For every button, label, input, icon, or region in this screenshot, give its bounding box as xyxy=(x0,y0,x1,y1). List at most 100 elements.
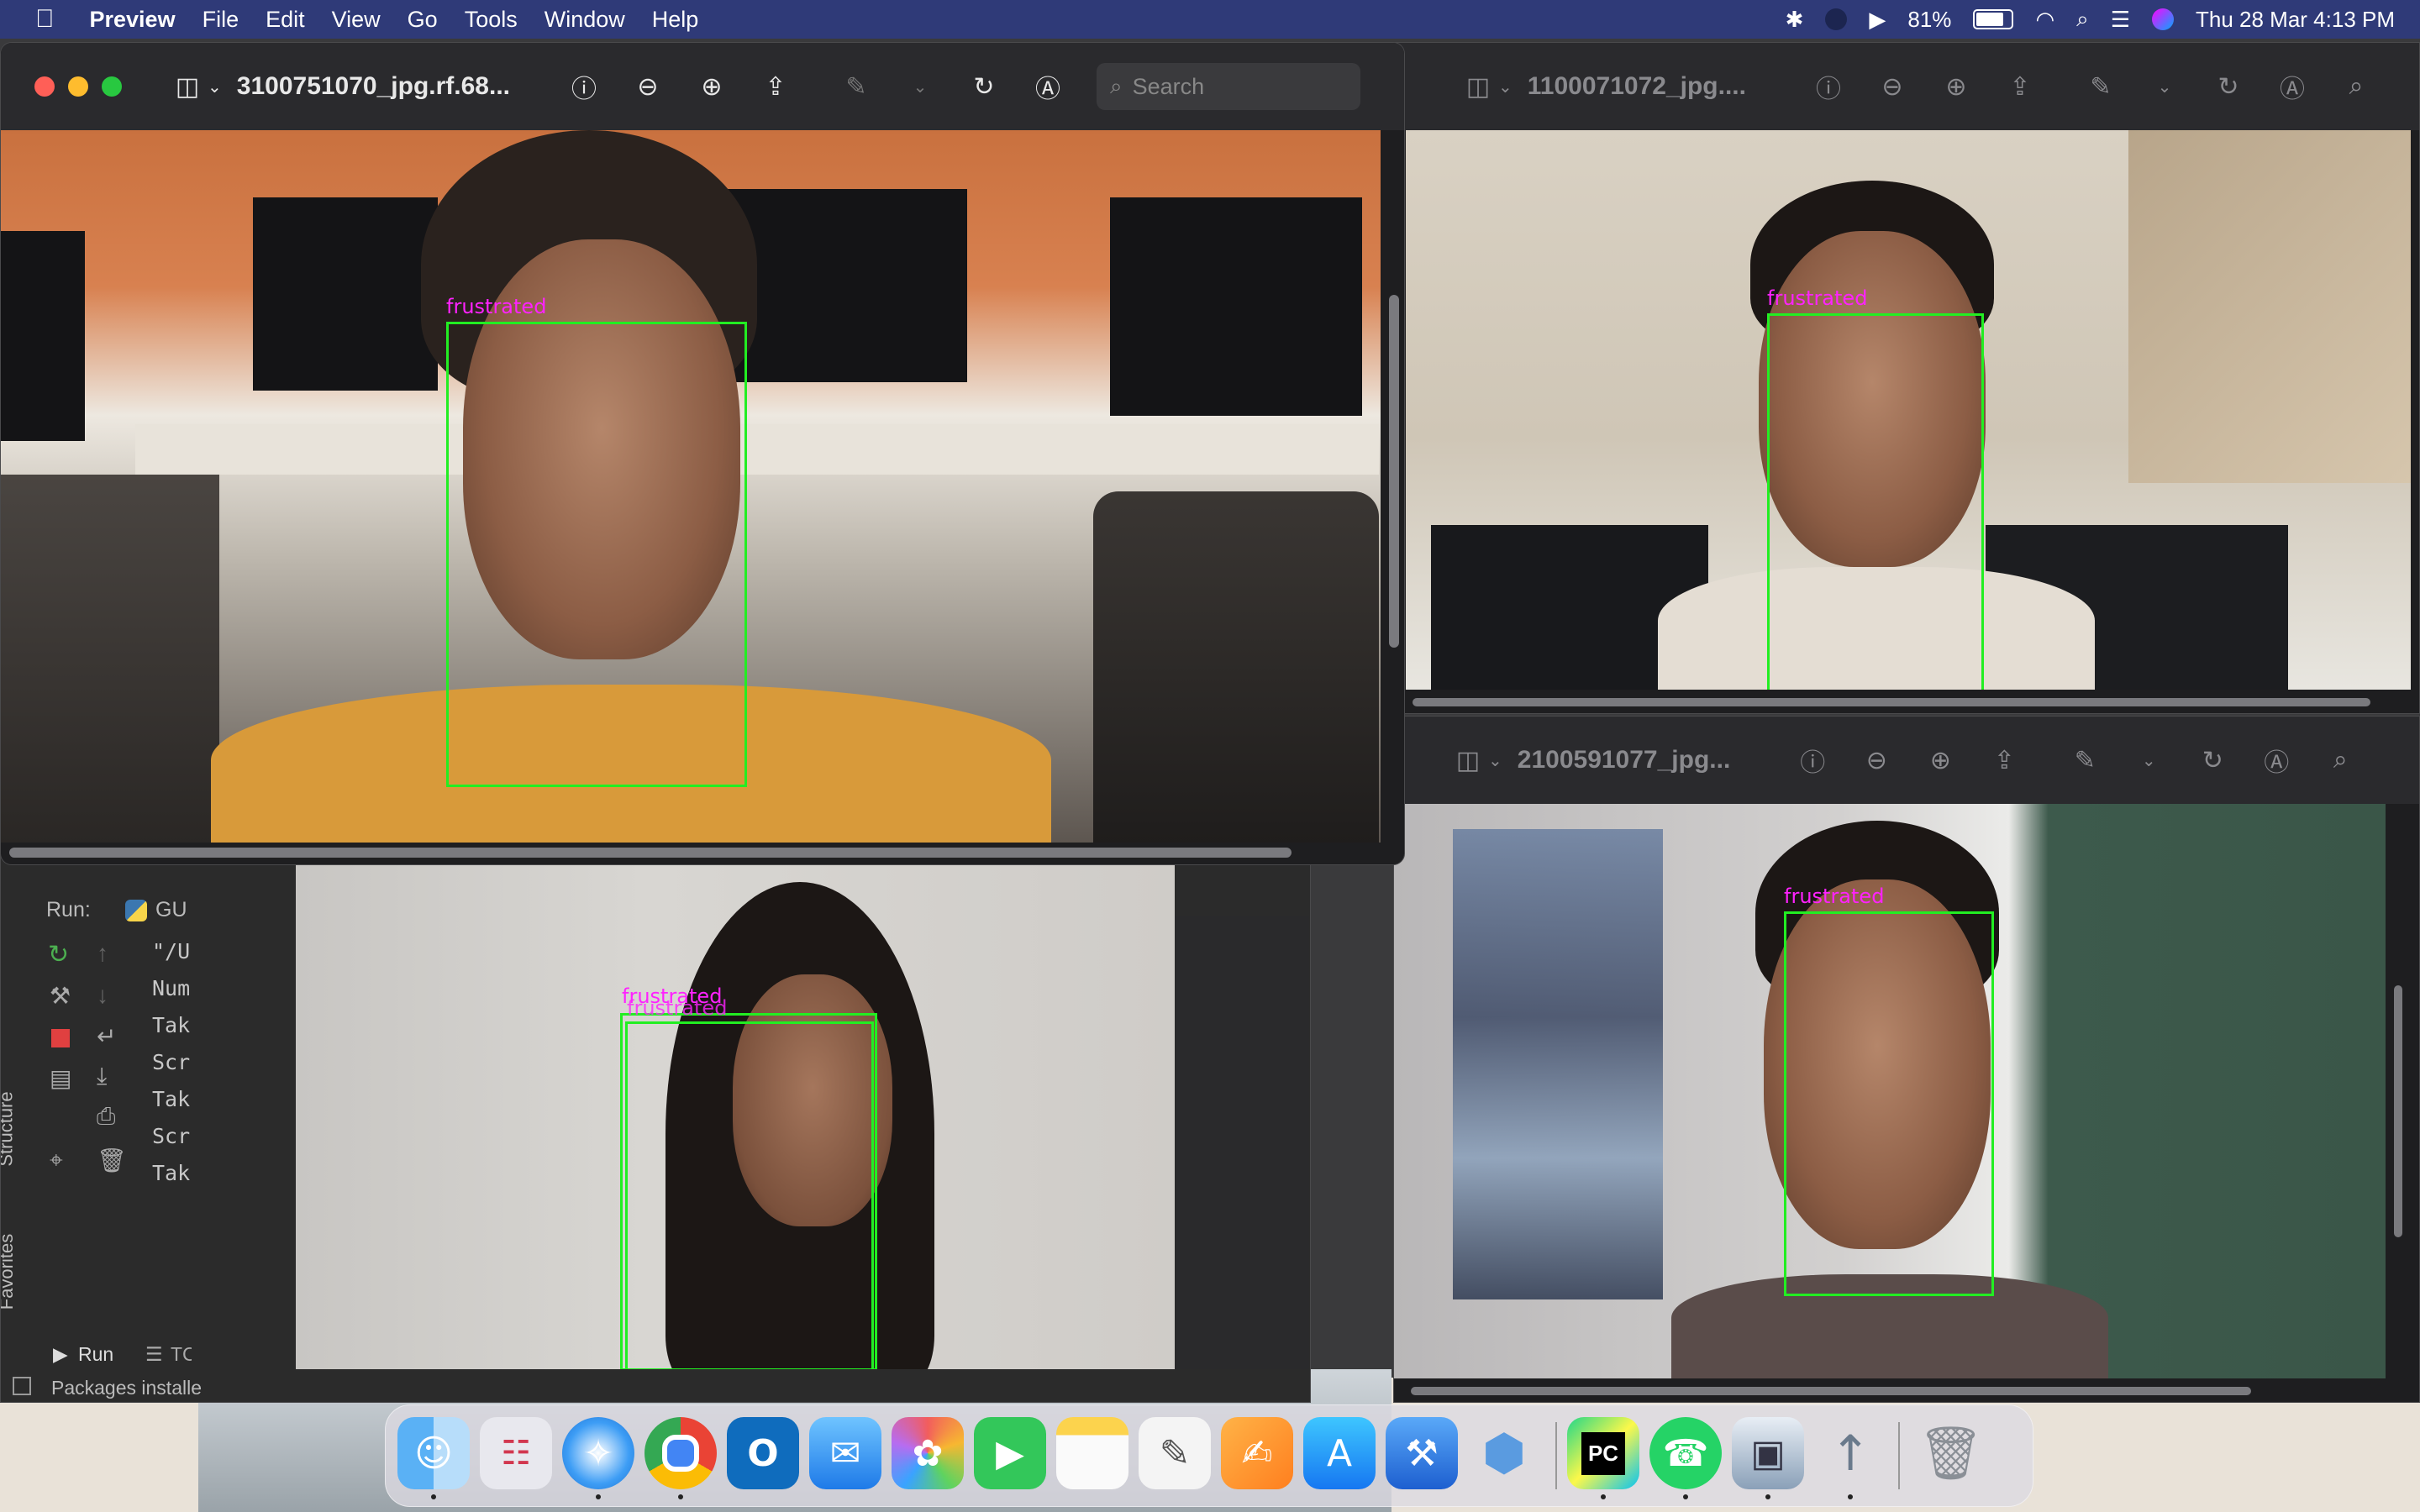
annotate-icon[interactable]: Ⓐ xyxy=(2277,68,2307,105)
markup-icon[interactable]: ✎ xyxy=(2070,746,2100,775)
chevron-down-icon[interactable]: ⌄ xyxy=(905,76,935,97)
menu-file[interactable]: File xyxy=(189,7,253,33)
markup-icon[interactable]: ✎ xyxy=(2086,72,2116,102)
spotlight-icon[interactable]: ⌕ xyxy=(2076,6,2089,33)
sidebar-icon[interactable]: ◫ xyxy=(1453,746,1483,775)
pycharm-icon[interactable]: PC xyxy=(1567,1417,1639,1489)
share-icon[interactable]: ⇪ xyxy=(1989,746,2019,775)
sidebar-icon[interactable]: ◫ xyxy=(172,72,203,102)
pin-icon[interactable]: ⌖ xyxy=(50,1147,63,1174)
share-icon[interactable]: ⇪ xyxy=(760,72,791,102)
rerun-icon[interactable]: ↻ xyxy=(48,940,69,969)
close-button[interactable] xyxy=(34,76,55,97)
vpn-icon[interactable] xyxy=(1825,8,1848,30)
rotate-icon[interactable]: ↻ xyxy=(969,72,999,102)
appstore-icon[interactable]: A xyxy=(1303,1417,1376,1489)
horizontal-scrollbar[interactable] xyxy=(1411,1387,2251,1395)
control-center-icon[interactable]: ☰ xyxy=(2111,7,2130,33)
structure-tab[interactable]: Structure xyxy=(1,1091,18,1166)
zoom-out-icon[interactable]: ⊖ xyxy=(633,72,663,102)
search-icon[interactable]: ⌕ xyxy=(2325,746,2355,774)
menu-go[interactable]: Go xyxy=(394,7,451,33)
menu-edit[interactable]: Edit xyxy=(252,7,318,33)
horizontal-scrollbar[interactable] xyxy=(1413,698,2370,706)
chevron-down-icon[interactable]: ⌄ xyxy=(1498,76,1512,97)
layout-icon[interactable]: ▤ xyxy=(50,1064,71,1092)
zoom-in-icon[interactable]: ⊕ xyxy=(697,72,727,102)
wifi-icon[interactable]: ◠ xyxy=(2035,7,2054,33)
python-icon xyxy=(125,900,147,921)
vertical-scrollbar[interactable] xyxy=(1389,295,1399,648)
menu-help[interactable]: Help xyxy=(639,7,713,33)
chevron-down-icon[interactable]: ⌄ xyxy=(2149,76,2180,97)
pycharm-text: PC xyxy=(1581,1431,1626,1475)
textedit-icon[interactable]: ✎ xyxy=(1139,1417,1211,1489)
safari-icon[interactable]: ✧ xyxy=(562,1417,634,1489)
info-icon[interactable]: ⓘ xyxy=(1797,742,1828,779)
chrome-icon[interactable] xyxy=(644,1417,717,1489)
photos-icon[interactable]: ✿ xyxy=(892,1417,964,1489)
launchpad-icon[interactable]: ☷ xyxy=(480,1417,552,1489)
run-config-name[interactable]: GU xyxy=(155,898,187,922)
wrench-icon[interactable]: ⚒ xyxy=(50,982,71,1010)
sidebar-icon[interactable]: ◫ xyxy=(1463,72,1493,102)
info-icon[interactable]: ⓘ xyxy=(569,68,599,105)
sketchup-icon[interactable]: ⬢ xyxy=(1468,1417,1540,1489)
run-label: Run: xyxy=(46,898,91,921)
share-icon[interactable]: ⇪ xyxy=(2005,72,2035,102)
search-icon[interactable]: ⌕ xyxy=(2341,72,2371,101)
chevron-down-icon[interactable]: ⌄ xyxy=(1488,750,1502,771)
soft-wrap-icon[interactable]: ↵ xyxy=(97,1022,116,1050)
chevron-down-icon[interactable]: ⌄ xyxy=(2133,750,2164,771)
search-field[interactable]: ⌕ Search xyxy=(1097,63,1360,110)
preview-icon[interactable]: ▣ xyxy=(1732,1417,1804,1489)
outlook-icon[interactable]: O xyxy=(727,1417,799,1489)
maximize-button[interactable] xyxy=(102,76,122,97)
rotate-icon[interactable]: ↻ xyxy=(2197,746,2228,775)
annotate-icon[interactable]: Ⓐ xyxy=(1033,68,1063,105)
horizontal-scrollbar[interactable] xyxy=(9,848,1292,858)
scroll-end-icon[interactable]: ⤓ xyxy=(97,1063,107,1090)
finder-icon[interactable]: ☺ xyxy=(397,1417,470,1489)
info-icon[interactable]: ⓘ xyxy=(1813,68,1844,105)
battery-icon[interactable] xyxy=(1973,9,2014,29)
play-icon[interactable]: ▶ xyxy=(1869,7,1886,33)
photo-man-main: frustrated xyxy=(1,130,1381,843)
up-arrow-icon[interactable]: ↑ xyxy=(97,940,108,967)
mail-icon[interactable]: ✉ xyxy=(809,1417,881,1489)
zoom-in-icon[interactable]: ⊕ xyxy=(1941,72,1971,102)
zoom-in-icon[interactable]: ⊕ xyxy=(1925,746,1955,775)
xcode-icon[interactable]: ⚒ xyxy=(1386,1417,1458,1489)
facetime-icon[interactable]: ▶ xyxy=(974,1417,1046,1489)
pages-icon[interactable]: ✍ xyxy=(1221,1417,1293,1489)
menu-view[interactable]: View xyxy=(318,7,394,33)
menu-tools[interactable]: Tools xyxy=(451,7,531,33)
stop-icon[interactable] xyxy=(51,1029,70,1047)
vertical-scrollbar[interactable] xyxy=(2394,985,2402,1237)
favorites-tab[interactable]: Favorites xyxy=(1,1234,18,1310)
preview-window-bottom-right: ◫ ⌄ 2100591077_jpg... ⓘ ⊖ ⊕ ⇪ ✎ ⌄ ↻ Ⓐ ⌕ … xyxy=(1393,716,2420,1403)
zoom-out-icon[interactable]: ⊖ xyxy=(1877,72,1907,102)
down-arrow-icon[interactable]: ↓ xyxy=(97,982,108,1009)
image-window-woman: frustrated frustrated ⌕ xyxy=(192,865,1309,1369)
print-icon[interactable]: ⎙ xyxy=(97,1103,115,1131)
apple-icon[interactable]:  xyxy=(22,5,68,34)
siri-icon[interactable] xyxy=(2152,8,2174,30)
menu-window[interactable]: Window xyxy=(531,7,639,33)
rocket-icon[interactable]: ↑ xyxy=(1814,1417,1886,1489)
minimize-button[interactable] xyxy=(68,76,88,97)
trash-icon[interactable]: 🗑 xyxy=(1915,1417,1987,1489)
run-tab-icon: ▶ xyxy=(53,1343,68,1365)
whatsapp-icon[interactable]: ☎ xyxy=(1649,1417,1722,1489)
zoom-out-icon[interactable]: ⊖ xyxy=(1861,746,1891,775)
rotate-icon[interactable]: ↻ xyxy=(2213,72,2244,102)
markup-icon[interactable]: ✎ xyxy=(841,72,871,102)
menu-bar:  Preview File Edit View Go Tools Window… xyxy=(0,0,2420,39)
annotate-icon[interactable]: Ⓐ xyxy=(2261,742,2291,779)
run-tab[interactable]: Run xyxy=(78,1343,113,1366)
trash-small-icon[interactable]: 🗑 xyxy=(97,1147,127,1174)
menu-app-name[interactable]: Preview xyxy=(76,7,189,33)
notes-icon[interactable] xyxy=(1056,1417,1128,1489)
chevron-down-icon[interactable]: ⌄ xyxy=(208,76,222,97)
bluetooth-icon[interactable]: ✱ xyxy=(1786,7,1804,33)
